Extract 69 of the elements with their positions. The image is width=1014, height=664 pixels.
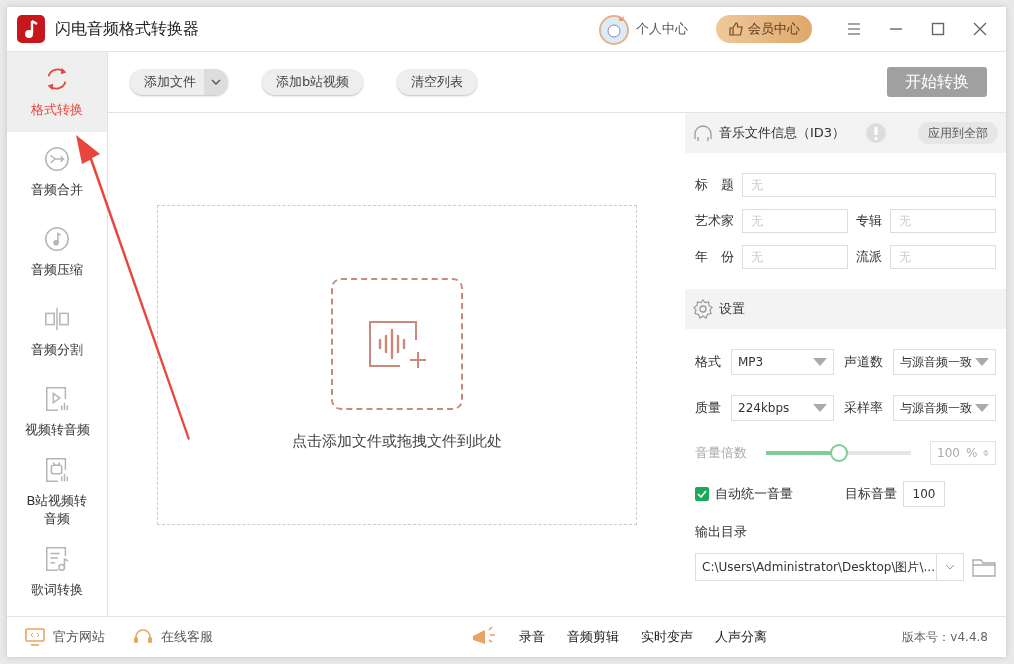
toolbar-button[interactable]: 清空列表 xyxy=(397,69,478,95)
caret-icon xyxy=(211,79,221,85)
monitor-icon xyxy=(25,628,45,646)
footer-link[interactable]: 官方网站 xyxy=(53,628,105,646)
profile-link[interactable]: 个人中心 xyxy=(636,20,688,38)
music-note-icon xyxy=(43,225,71,253)
sidebar-item[interactable]: 格式转换 xyxy=(7,52,107,132)
field-label: 年 份 xyxy=(695,248,734,266)
avatar-icon[interactable] xyxy=(598,13,630,45)
lyrics-icon xyxy=(43,545,71,573)
settings-icon xyxy=(693,299,713,319)
add-file-button[interactable]: 添加文件 xyxy=(130,69,228,95)
headset-icon xyxy=(133,628,153,646)
field-label: 艺术家 xyxy=(695,212,734,230)
dropdown-arrow-icon xyxy=(975,358,989,366)
checkbox[interactable] xyxy=(695,487,709,501)
close-icon[interactable] xyxy=(972,21,988,37)
add-audio-box[interactable] xyxy=(330,278,463,410)
thumbs-up-icon xyxy=(728,21,744,37)
sidebar-item[interactable]: B站视频转音频 xyxy=(7,452,107,532)
dropdown[interactable]: 224kbps xyxy=(731,395,834,421)
sidebar-item[interactable]: 视频转音频 xyxy=(7,372,107,452)
drop-hint: 点击添加文件或拖拽文件到此处 xyxy=(291,432,502,451)
field-label: 质量 xyxy=(695,399,721,417)
sidebar-item[interactable]: 音频分割 xyxy=(7,292,107,372)
section-title: 音乐文件信息（ID3） xyxy=(719,124,847,142)
tv-icon xyxy=(43,456,71,484)
music-note-logo-icon xyxy=(17,15,45,43)
menu-icon[interactable] xyxy=(846,21,862,37)
dropdown[interactable]: MP3 xyxy=(731,349,834,375)
folder-icon[interactable] xyxy=(972,557,996,577)
version-label: 版本号：v4.4.8 xyxy=(902,628,988,646)
vip-button[interactable]: 会员中心 xyxy=(716,15,812,43)
dropdown[interactable]: 与源音频一致 xyxy=(893,395,996,421)
field-label: 专辑 xyxy=(856,212,882,230)
checkbox-label[interactable]: 自动统一音量 xyxy=(715,485,839,503)
footer-tool-link[interactable]: 音频剪辑 xyxy=(567,628,619,646)
field-label: 流派 xyxy=(856,248,882,266)
dropdown-arrow-icon xyxy=(975,404,989,412)
dropdown-arrow-icon xyxy=(813,358,827,366)
footer-tool-link[interactable]: 录音 xyxy=(519,628,545,646)
number-field[interactable]: 100 xyxy=(903,481,945,507)
section-title: 设置 xyxy=(719,300,746,318)
info-icon[interactable] xyxy=(866,123,886,143)
maximize-icon[interactable] xyxy=(930,21,946,37)
field-label: 采样率 xyxy=(844,399,883,417)
video-icon xyxy=(43,385,71,413)
window-title: 闪电音频格式转换器 xyxy=(55,18,200,40)
toolbar-button[interactable]: 添加b站视频 xyxy=(262,69,364,95)
footer-tool-link[interactable]: 人声分离 xyxy=(715,628,767,646)
sidebar-item[interactable]: 音频合并 xyxy=(7,132,107,212)
field-label: 格式 xyxy=(695,353,721,371)
sidebar-item[interactable]: 歌词转换 xyxy=(7,532,107,612)
caret-icon xyxy=(945,564,955,570)
output-path-dropdown[interactable]: C:\Users\Administrator\Desktop\图片\... xyxy=(695,553,964,581)
footer-tool-link[interactable]: 实时变声 xyxy=(641,628,693,646)
field-label: 目标音量 xyxy=(845,485,897,503)
dropdown-arrow-icon xyxy=(813,404,827,412)
sidebar-item[interactable]: 音频压缩 xyxy=(7,212,107,292)
merge-icon xyxy=(43,145,71,173)
dropdown[interactable]: 与源音频一致 xyxy=(893,349,996,375)
footer-link[interactable]: 在线客服 xyxy=(161,628,213,646)
field-label: 声道数 xyxy=(844,353,883,371)
field-label: 标 题 xyxy=(695,176,734,194)
field-label: 音量倍数 xyxy=(695,444,747,462)
apply-all-button[interactable]: 应用到全部 xyxy=(918,122,998,144)
field-label: 输出目录 xyxy=(695,523,747,541)
split-icon xyxy=(43,305,71,333)
headphones-icon xyxy=(693,123,713,143)
